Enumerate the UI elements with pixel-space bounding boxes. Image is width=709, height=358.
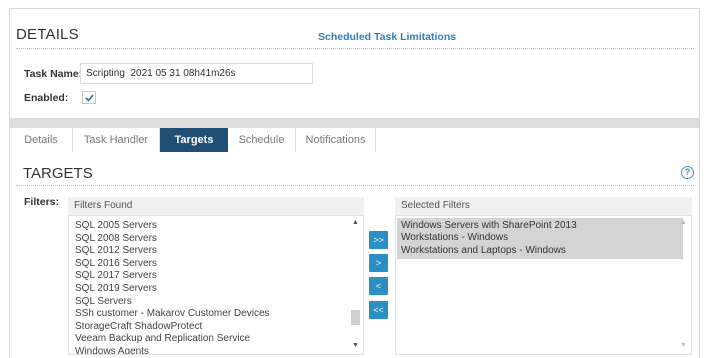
add-button[interactable]: > [369, 254, 388, 272]
list-item[interactable]: Windows Agents [75, 346, 270, 354]
filters-found-header: Filters Found [68, 197, 364, 215]
details-heading: DETAILS [16, 26, 79, 43]
filters-label: Filters: [24, 196, 60, 208]
list-item[interactable]: SQL 2016 Servers [75, 258, 270, 271]
checkmark-icon [84, 93, 94, 102]
scheduled-task-limitations-link[interactable]: Scheduled Task Limitations [318, 31, 456, 43]
filters-found-items: SQL 2005 Servers SQL 2008 Servers SQL 2012… [75, 220, 270, 354]
list-item[interactable]: SQL 2012 Servers [75, 245, 270, 258]
scroll-up-icon[interactable]: ▲ [352, 219, 359, 226]
selected-filters-items: Windows Servers with SharePoint 2013 Work… [397, 218, 683, 259]
selected-filters-list[interactable]: Windows Servers with SharePoint 2013 Work… [395, 215, 692, 355]
scroll-up-icon[interactable]: ▲ [680, 219, 687, 226]
remove-all-button[interactable]: << [369, 301, 388, 319]
tab-notifications[interactable]: Notifications [296, 128, 376, 152]
scroll-down-icon[interactable]: ▼ [352, 342, 359, 349]
list-item[interactable]: SQL Servers [75, 296, 270, 309]
list-item[interactable]: StorageCraft ShadowProtect [75, 321, 270, 334]
tab-task-handler[interactable]: Task Handler [73, 128, 160, 152]
enabled-checkbox[interactable] [82, 91, 96, 104]
list-item[interactable]: Veeam Backup and Replication Service [75, 333, 270, 346]
list-item[interactable]: SSh customer - Makarov Customer Devices [75, 308, 270, 321]
list-item[interactable]: SQL 2005 Servers [75, 220, 270, 233]
list-item[interactable]: SQL 2017 Servers [75, 270, 270, 283]
list-item[interactable]: Workstations - Windows [401, 232, 683, 244]
list-item[interactable]: SQL 2008 Servers [75, 233, 270, 246]
help-icon[interactable]: ? [681, 166, 694, 179]
scroll-down-icon[interactable]: ▼ [680, 342, 687, 349]
targets-divider [16, 185, 694, 186]
selected-filters-header: Selected Filters [395, 197, 692, 215]
add-all-button[interactable]: >> [369, 231, 388, 249]
task-name-input[interactable] [80, 63, 313, 84]
task-name-label: Task Name: [24, 68, 83, 80]
tab-bar: Details Task Handler Targets Schedule No… [10, 128, 376, 152]
filters-found-list[interactable]: SQL 2005 Servers SQL 2008 Servers SQL 2012… [68, 215, 364, 355]
enabled-label: Enabled: [24, 92, 69, 104]
scrollbar-thumb[interactable] [351, 310, 360, 325]
details-divider [16, 48, 694, 49]
tab-details[interactable]: Details [10, 128, 73, 152]
list-item[interactable]: SQL 2019 Servers [75, 283, 270, 296]
tab-targets[interactable]: Targets [160, 128, 228, 152]
section-separator [10, 118, 699, 128]
remove-button[interactable]: < [369, 277, 388, 295]
targets-heading: TARGETS [23, 165, 93, 182]
tab-schedule[interactable]: Schedule [228, 128, 296, 152]
list-item[interactable]: Windows Servers with SharePoint 2013 [401, 220, 683, 232]
list-item[interactable]: Workstations and Laptops - Windows [401, 245, 683, 257]
